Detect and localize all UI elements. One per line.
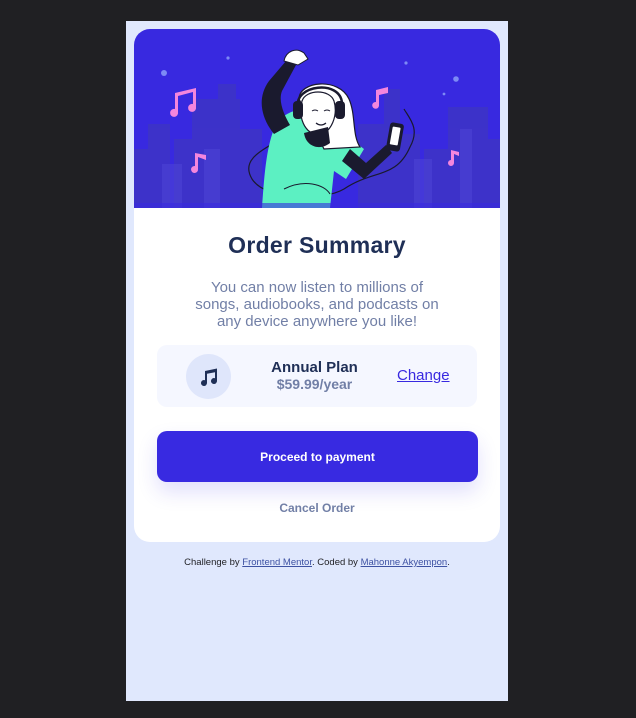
plan-name: Annual Plan xyxy=(271,359,358,376)
card-title: Order Summary xyxy=(228,232,406,258)
attribution-suffix: . xyxy=(447,557,450,568)
card-description: You can now listen to millions of songs,… xyxy=(195,279,439,330)
frontend-mentor-link[interactable]: Frontend Mentor xyxy=(242,557,312,568)
plan-price: $59.99/year xyxy=(276,376,353,392)
attribution-middle: . Coded by xyxy=(311,557,361,568)
page-viewport: Order Summary You can now listen to mill… xyxy=(126,21,508,701)
proceed-to-payment-button[interactable]: Proceed to payment xyxy=(157,431,478,482)
attribution: Challenge by Frontend Mentor. Coded by M… xyxy=(126,557,508,568)
change-plan-link[interactable]: Change xyxy=(397,367,450,384)
attribution-prefix: Challenge by xyxy=(184,557,243,568)
order-summary-card: Order Summary You can now listen to mill… xyxy=(134,29,500,542)
hero-illustration xyxy=(134,29,500,208)
music-note-icon xyxy=(186,354,231,399)
author-link[interactable]: Mahonne Akyempon xyxy=(361,557,448,568)
cancel-order-button[interactable]: Cancel Order xyxy=(134,501,500,515)
plan-summary: Annual Plan $59.99/year Change xyxy=(157,345,477,407)
